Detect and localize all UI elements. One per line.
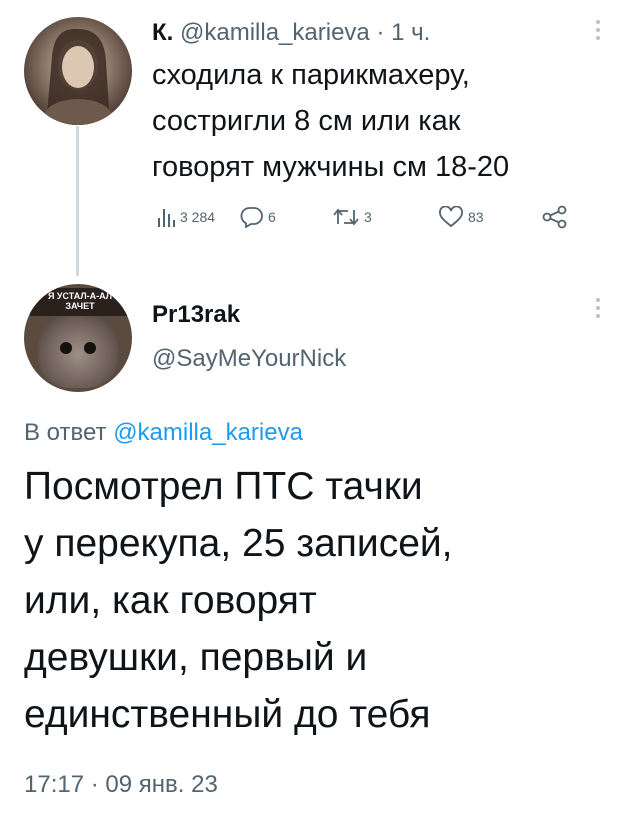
tweet-text: сходила к парикмахеру, состригли 8 см ил… — [152, 52, 582, 190]
reply-timestamp[interactable]: 17:17 · 09 янв. 23 — [24, 770, 218, 800]
tweet-actions: 3 284 6 3 83 — [156, 202, 586, 232]
separator-dot: · — [376, 19, 385, 46]
more-vertical-icon[interactable] — [596, 20, 600, 40]
like-count: 83 — [468, 209, 484, 225]
tweet-header: К. @kamilla_karieva · 1 ч. — [152, 18, 430, 48]
reply-text-line: единственный до тебя — [24, 693, 431, 736]
reply-text-line: Посмотрел ПТС тачки — [24, 465, 423, 508]
reply-text-line: девушки, первый и — [24, 636, 368, 679]
tweet-time[interactable]: 1 ч. — [391, 19, 430, 46]
reply-mention-link[interactable]: @kamilla_karieva — [113, 419, 303, 446]
retweet-count: 3 — [364, 209, 372, 225]
reply-text-line: или, как говорят — [24, 579, 317, 622]
reply-author-handle[interactable]: @SayMeYourNick — [152, 344, 346, 374]
heart-icon — [439, 206, 463, 228]
reply-button[interactable]: 6 — [240, 202, 276, 232]
reply-time: 17:17 — [24, 771, 85, 798]
share-button[interactable] — [542, 202, 568, 232]
tweet-text-line: состригли 8 см или как — [152, 105, 461, 137]
cat-image — [38, 312, 118, 388]
reply-author-name[interactable]: Pr13rak — [152, 300, 240, 330]
tweet-text-line: говорят мужчины см 18-20 — [152, 151, 510, 183]
share-nodes-icon — [542, 205, 567, 229]
reply-text-line: у перекупа, 25 записей, — [24, 522, 453, 565]
reply-date: 09 янв. 23 — [105, 771, 218, 798]
reply-text: Посмотрел ПТС тачки у перекупа, 25 запис… — [24, 458, 624, 743]
separator-dot: · — [90, 771, 99, 798]
views-button[interactable]: 3 284 — [156, 202, 215, 232]
avatar[interactable] — [24, 17, 132, 125]
avatar[interactable]: Я УСТАЛ-А-АЛ ЗАЧЕТ — [24, 284, 132, 392]
views-count: 3 284 — [180, 209, 216, 225]
reply-prefix: В ответ — [24, 419, 107, 446]
reply-count: 6 — [268, 209, 276, 225]
comment-bubble-icon — [240, 207, 263, 228]
retweet-icon — [333, 208, 359, 226]
reply-to-line: В ответ @kamilla_karieva — [24, 418, 303, 448]
like-button[interactable]: 83 — [438, 202, 484, 232]
more-vertical-icon[interactable] — [596, 298, 600, 318]
author-handle[interactable]: @kamilla_karieva — [180, 19, 370, 46]
bar-chart-icon — [158, 209, 175, 227]
tweet-text-line: сходила к парикмахеру, — [152, 59, 470, 91]
author-name[interactable]: К. — [152, 19, 173, 46]
avatar-caption: Я УСТАЛ-А-АЛ ЗАЧЕТ — [30, 288, 130, 316]
thread-line — [76, 126, 79, 276]
retweet-button[interactable]: 3 — [332, 202, 372, 232]
